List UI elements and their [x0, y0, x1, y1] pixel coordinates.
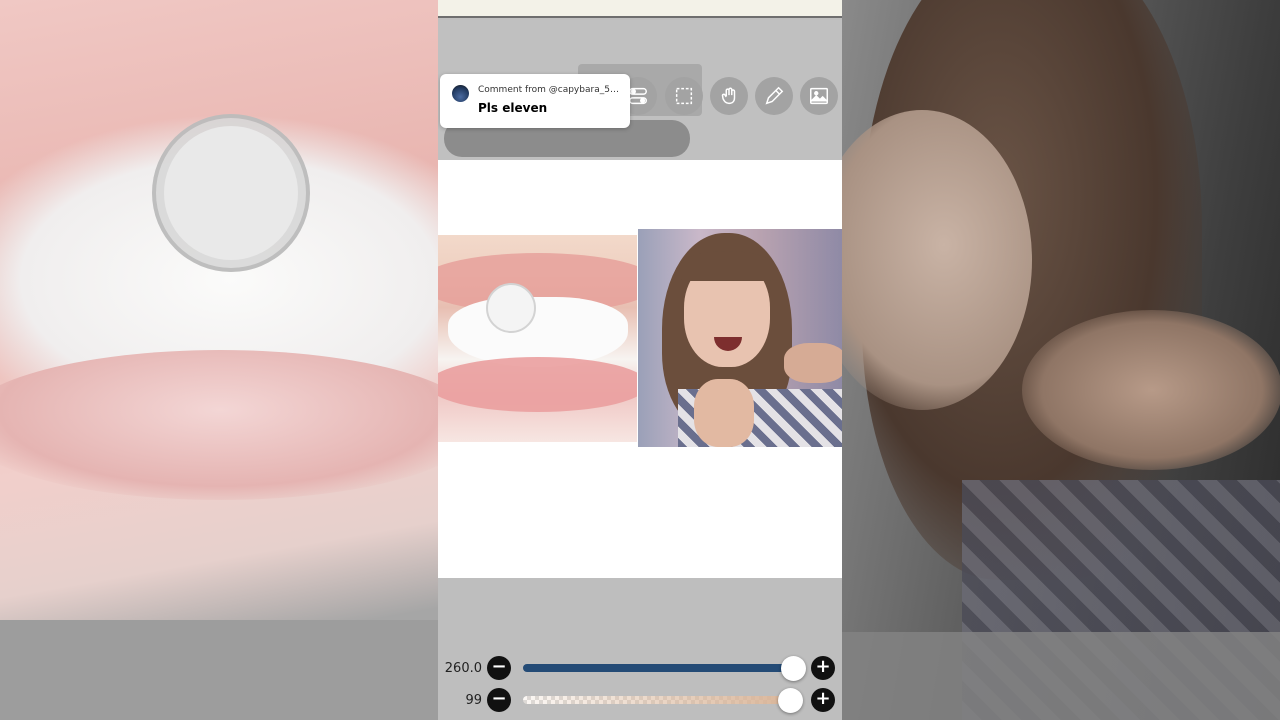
size-increase-button[interactable]: + — [811, 656, 835, 680]
brush-controls: 260.0 − + 99 − + — [438, 648, 842, 720]
pen-button[interactable] — [755, 77, 793, 115]
opacity-slider-track[interactable] — [523, 696, 799, 704]
size-decrease-button[interactable]: − — [487, 656, 511, 680]
hand-gesture-icon — [721, 87, 736, 105]
plus-icon: + — [815, 688, 831, 709]
editor-screen: ‹ ↶ — [438, 0, 842, 720]
location-pin-icon — [486, 283, 536, 333]
plus-icon: + — [815, 656, 831, 677]
size-value: 260.0 — [444, 661, 482, 676]
background-shade — [842, 632, 1280, 720]
size-slider-track[interactable] — [523, 664, 799, 672]
status-strip — [438, 0, 842, 18]
pen-icon — [765, 86, 784, 105]
opacity-increase-button[interactable]: + — [811, 688, 835, 712]
comment-author: Comment from @capybara_55... — [478, 85, 624, 95]
location-pin-icon — [152, 114, 310, 272]
comment-notification[interactable]: Comment from @capybara_55... Pls eleven — [440, 74, 630, 128]
girl-photo[interactable] — [638, 229, 842, 447]
opacity-decrease-button[interactable]: − — [487, 688, 511, 712]
opacity-value: 99 — [465, 693, 482, 708]
minus-icon: − — [491, 688, 507, 709]
image-button[interactable] — [800, 77, 838, 115]
selection-icon — [675, 87, 693, 105]
opacity-slider-handle[interactable] — [778, 688, 804, 713]
comment-message: Pls eleven — [478, 101, 548, 115]
background-lip — [0, 350, 438, 500]
size-slider-row: 260.0 − + — [438, 654, 842, 682]
minus-icon: − — [491, 656, 507, 677]
selection-button[interactable] — [665, 77, 703, 115]
background-shade — [0, 620, 438, 720]
drawing-canvas[interactable] — [438, 160, 842, 578]
image-icon — [810, 87, 828, 105]
avatar — [452, 85, 469, 102]
background-teeth-image — [0, 0, 438, 720]
gesture-button[interactable] — [710, 77, 748, 115]
teeth-photo[interactable] — [438, 235, 637, 442]
opacity-slider-row: 99 − + — [438, 686, 842, 714]
toggle-icon — [629, 87, 647, 105]
background-girl-image — [842, 0, 1280, 720]
size-slider-handle[interactable] — [780, 656, 806, 681]
